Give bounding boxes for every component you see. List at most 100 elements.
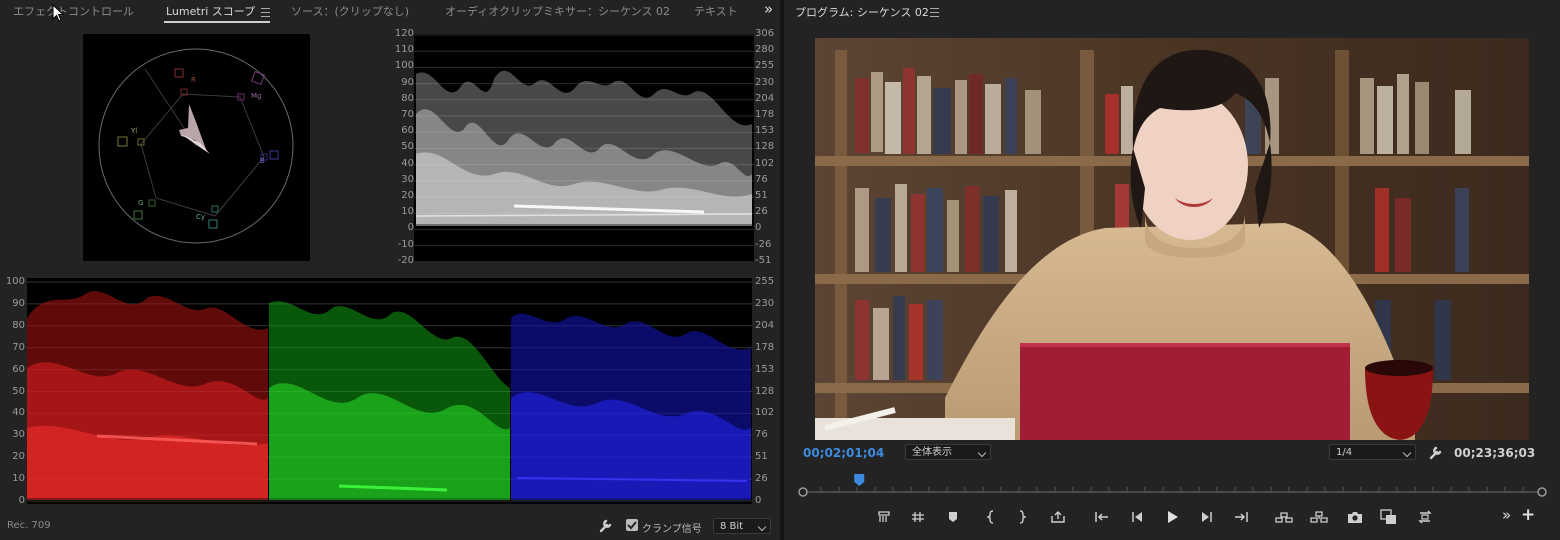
comparison-view-button[interactable] xyxy=(1380,508,1398,526)
camera-icon xyxy=(1348,512,1362,523)
waveform-left-tick-4: 80 xyxy=(401,92,414,104)
vectorscope-label-mg: Mg xyxy=(251,92,261,100)
mark-out-button[interactable] xyxy=(1013,508,1031,526)
parade-right-tick-1: 230 xyxy=(755,297,775,309)
parade-left-tick-3: 70 xyxy=(12,341,25,353)
parade-left-tick-9: 10 xyxy=(12,473,25,485)
play-button[interactable] xyxy=(1163,508,1181,526)
chevron-down-icon xyxy=(1402,448,1412,458)
parade-left-tick-0: 100 xyxy=(5,276,25,287)
clamp-signal-label: クランプ信号 xyxy=(642,524,702,535)
program-menu-icon[interactable] xyxy=(930,8,939,17)
current-timecode[interactable]: 00;02;01;04 xyxy=(803,446,884,460)
waveform-right-tick-9: 76 xyxy=(755,173,768,185)
parade-left-tick-10: 0 xyxy=(18,495,25,506)
parade-right-tick-0: 255 xyxy=(755,276,775,287)
waveform-left-tick-2: 100 xyxy=(394,60,414,72)
checkmark-icon xyxy=(627,521,637,530)
go-to-in-button[interactable] xyxy=(1093,508,1111,526)
go-to-out-button[interactable] xyxy=(1232,508,1250,526)
tab-text[interactable]: テキスト xyxy=(694,4,738,20)
waveform-left-tick-8: 40 xyxy=(401,157,414,169)
program-video-frame[interactable] xyxy=(815,38,1529,440)
parade-left-tick-5: 50 xyxy=(12,385,25,397)
tab-overflow-icon[interactable]: » xyxy=(764,1,773,17)
waveform-right-tick-8: 102 xyxy=(755,157,775,169)
comparison-view-icon xyxy=(1380,509,1396,524)
lift-edit-icon xyxy=(1275,512,1293,523)
vectorscope-label-r: R xyxy=(191,76,196,84)
rgb-parade: 100 90 80 70 60 50 40 30 20 10 0 255 230 204 178 153 12… xyxy=(0,276,778,506)
bit-depth-select[interactable]: 8 Bit xyxy=(713,518,771,534)
parade-right-tick-9: 26 xyxy=(755,473,768,485)
active-tab-underline xyxy=(164,21,270,23)
button-editor-add-icon[interactable]: + xyxy=(1521,505,1535,525)
controls-overflow-icon[interactable]: » xyxy=(1502,506,1511,524)
waveform-right-tick-3: 230 xyxy=(755,76,775,88)
lift-button[interactable] xyxy=(1275,508,1293,526)
playback-resolution-value: 1/4 xyxy=(1336,447,1353,458)
video-frame-image xyxy=(815,38,1529,440)
waveform-right-tick-2: 255 xyxy=(755,60,775,72)
marker-list-icon xyxy=(878,511,890,522)
waveform-left-tick-14: -20 xyxy=(397,254,414,266)
parade-left-tick-2: 80 xyxy=(12,319,25,331)
tab-lumetri-scopes[interactable]: Lumetri スコープ xyxy=(166,4,255,20)
playback-resolution-select[interactable]: 1/4 xyxy=(1329,444,1416,460)
parade-right-tick-5: 128 xyxy=(755,385,775,397)
grid-ruler-icon xyxy=(912,512,924,522)
parade-right-tick-10: 0 xyxy=(755,495,762,506)
zoom-level-value: 全体表示 xyxy=(912,447,952,458)
chevron-down-icon xyxy=(757,522,767,532)
waveform-left-tick-9: 30 xyxy=(401,173,414,185)
parade-right-tick-8: 51 xyxy=(755,451,768,463)
playhead[interactable] xyxy=(854,474,865,486)
step-forward-icon xyxy=(1202,512,1212,522)
step-back-icon xyxy=(1132,512,1142,522)
parade-right-tick-3: 178 xyxy=(755,341,775,353)
add-marker-pin-button[interactable] xyxy=(944,508,962,526)
waveform-left-tick-7: 50 xyxy=(401,141,414,153)
parade-left-tick-4: 60 xyxy=(12,363,25,375)
extract-button[interactable] xyxy=(1310,508,1328,526)
bit-depth-value: 8 Bit xyxy=(720,521,744,532)
panel-menu-icon[interactable] xyxy=(261,8,270,17)
waveform-left-tick-0: 120 xyxy=(394,28,414,39)
clamp-signal-checkbox[interactable] xyxy=(626,519,638,531)
tab-effect-controls[interactable]: エフェクトコントロール xyxy=(13,4,134,20)
program-timeline-ruler[interactable] xyxy=(797,472,1549,502)
waveform-right-tick-10: 51 xyxy=(755,190,768,201)
chevron-down-icon xyxy=(977,448,987,458)
wrench-icon[interactable] xyxy=(598,518,613,533)
settings-wrench-icon[interactable] xyxy=(1428,445,1443,460)
program-monitor-title[interactable]: プログラム: シーケンス 02 xyxy=(795,4,929,20)
waveform-left-tick-1: 110 xyxy=(394,44,414,56)
go-to-in-export-button[interactable] xyxy=(1049,508,1067,526)
in-point-handle[interactable] xyxy=(798,487,808,497)
step-forward-button[interactable] xyxy=(1198,508,1216,526)
vectorscope: R Mg B Cy G Yl xyxy=(83,34,310,261)
vectorscope-label-b: B xyxy=(260,157,265,165)
vectorscope-label-yl: Yl xyxy=(130,127,137,135)
play-icon xyxy=(1168,511,1178,523)
step-back-button[interactable] xyxy=(1128,508,1146,526)
add-marker-button[interactable] xyxy=(875,508,893,526)
zoom-level-select[interactable]: 全体表示 xyxy=(905,444,991,460)
waveform-right-tick-12: 0 xyxy=(755,222,762,234)
waveform-right-tick-11: 26 xyxy=(755,206,768,218)
parade-right-tick-4: 153 xyxy=(755,363,775,375)
mark-out-icon xyxy=(1019,510,1027,524)
waveform-right-tick-5: 178 xyxy=(755,109,775,120)
toggle-proxies-button[interactable] xyxy=(1416,508,1434,526)
mark-in-icon xyxy=(986,510,994,524)
tab-source[interactable]: ソース：(クリップなし) xyxy=(291,4,409,20)
out-point-handle[interactable] xyxy=(1537,487,1547,497)
extract-edit-icon xyxy=(1310,511,1328,523)
mark-in-button[interactable] xyxy=(982,508,1000,526)
mouse-cursor-icon xyxy=(52,4,64,22)
export-frame-button[interactable] xyxy=(1346,508,1364,526)
parade-right-tick-2: 204 xyxy=(755,319,775,331)
waveform-right-tick-13: -26 xyxy=(755,238,772,250)
tab-audio-clip-mixer[interactable]: オーディオクリップミキサー：シーケンス 02 xyxy=(445,4,670,20)
mark-in-out-button[interactable] xyxy=(909,508,927,526)
